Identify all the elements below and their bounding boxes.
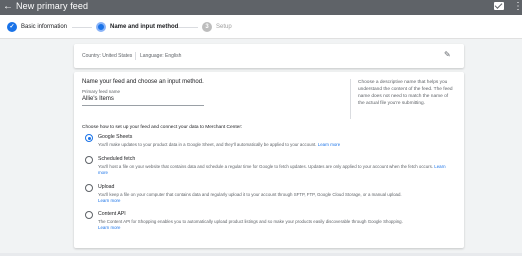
active-step-icon [96,22,106,32]
step-number-icon: 3 [202,22,212,32]
method-title: Choose how to set up your feed and conne… [82,125,243,130]
step-connector [178,27,198,28]
option-name: Upload [98,184,115,190]
step-label: Setup [216,24,232,30]
learn-more-link[interactable]: Learn more [318,142,340,147]
step-label: Name and input method [110,24,179,30]
option-name: Content API [98,211,126,217]
feed-name-input[interactable]: Allie's Items [82,96,114,102]
stepper: ✓ Basic information Name and input metho… [0,15,522,39]
option-description-text: You'll host a file on your website that … [98,164,434,169]
more-vert-icon[interactable]: ⋮ [513,1,522,13]
option-description-text: You'll make updates to your product data… [98,142,317,147]
radio-button[interactable] [85,134,93,142]
radio-button[interactable] [85,211,93,219]
help-text: Choose a descriptive name that helps you… [358,80,453,106]
option-name: Google Sheets [98,134,133,140]
option-description: You'll host a file on your website that … [98,164,454,176]
check-icon: ✓ [7,22,17,32]
option-description: The Content API for Shopping enables you… [98,219,454,231]
radio-button[interactable] [85,156,93,164]
learn-more-link[interactable]: Learn more [98,198,120,203]
language-value: Language: English [140,53,182,59]
feed-form-card: Name your feed and choose an input metho… [74,72,464,248]
radio-button[interactable] [85,184,93,192]
feed-name-label: Primary feed name [82,89,121,94]
option-description: You'll keep a file on your computer that… [98,192,454,204]
country-value: Country: United States [82,53,133,59]
section-title: Name your feed and choose an input metho… [82,79,204,85]
step-connector [72,27,92,28]
option-description-text: You'll keep a file on your computer that… [98,192,402,197]
input-underline [82,105,204,106]
page-title: New primary feed [16,1,89,11]
app-header: ← New primary feed ⋮ [0,0,522,15]
option-description: You'll make updates to your product data… [98,142,454,148]
divider [350,79,351,119]
option-description-text: The Content API for Shopping enables you… [98,219,403,224]
edit-pencil-icon[interactable]: ✎ [444,50,451,59]
learn-more-link[interactable]: Learn more [98,225,120,230]
divider [135,52,136,60]
back-arrow-icon[interactable]: ← [3,1,13,13]
summary-card: Country: United States Language: English… [74,44,464,68]
mail-icon[interactable] [494,2,504,10]
option-name: Scheduled fetch [98,156,136,162]
step-label: Basic information [21,24,68,30]
